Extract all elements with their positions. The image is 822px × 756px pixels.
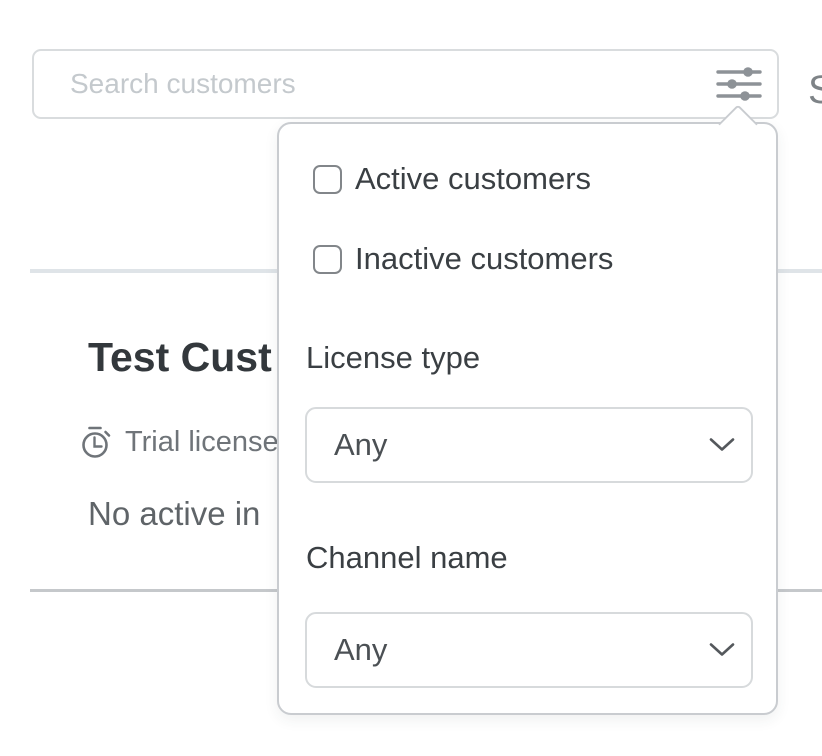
- license-type-label: License type: [306, 342, 480, 373]
- customer-name: Test Cust: [88, 337, 272, 378]
- active-customers-label: Active customers: [355, 161, 591, 197]
- license-type-select[interactable]: Any: [305, 407, 753, 483]
- active-customers-checkbox[interactable]: [313, 165, 342, 194]
- chevron-down-icon: [709, 438, 735, 453]
- customers-page: S Test Cust Trial license No active in A…: [0, 0, 822, 756]
- channel-name-select[interactable]: Any: [305, 612, 753, 688]
- channel-name-value: Any: [334, 632, 387, 668]
- channel-name-label: Channel name: [306, 542, 508, 573]
- inactive-customers-checkbox[interactable]: [313, 245, 342, 274]
- filter-dropdown-panel: Active customers Inactive customers Lice…: [277, 122, 778, 715]
- license-label: Trial license: [125, 426, 279, 459]
- customer-status-text: No active in: [88, 494, 260, 534]
- filter-button[interactable]: [713, 61, 765, 107]
- license-type-value: Any: [334, 427, 387, 463]
- search-input[interactable]: [70, 51, 700, 117]
- sliders-icon: [716, 65, 762, 103]
- search-box: [32, 49, 779, 119]
- active-customers-row: Active customers: [313, 163, 591, 195]
- stopwatch-icon: [79, 425, 113, 459]
- chevron-down-icon: [709, 643, 735, 658]
- partial-right-label: S: [808, 70, 822, 110]
- license-row: Trial license: [79, 424, 279, 460]
- inactive-customers-row: Inactive customers: [313, 243, 613, 275]
- inactive-customers-label: Inactive customers: [355, 241, 613, 277]
